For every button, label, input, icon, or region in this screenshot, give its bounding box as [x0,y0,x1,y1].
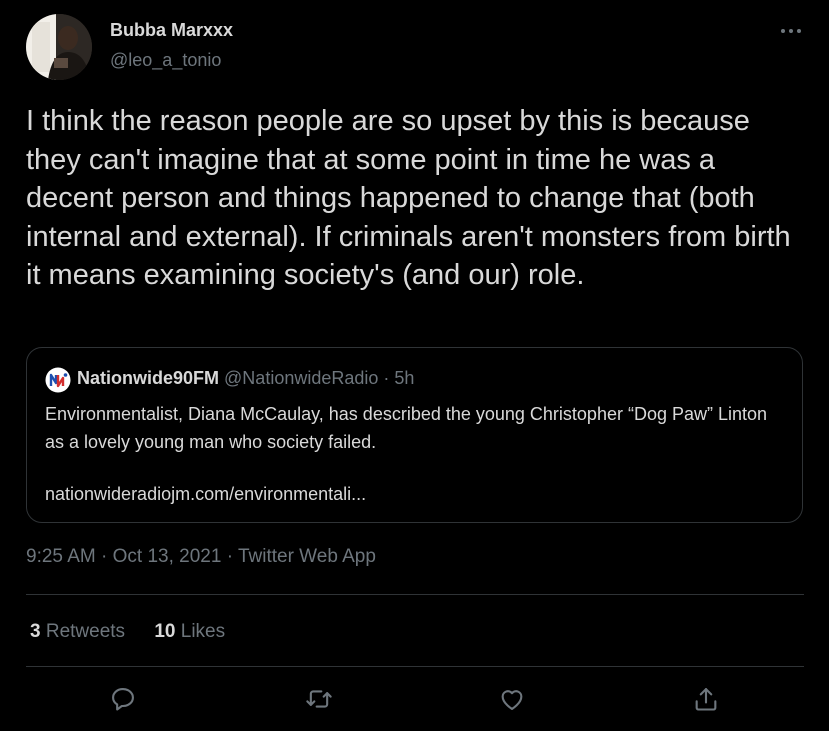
retweets-count: 3 [30,621,41,642]
divider [26,594,804,595]
like-icon[interactable] [498,685,528,715]
more-horizontal-icon[interactable] [778,22,804,40]
quoted-author-handle[interactable]: @NationwideRadio [224,368,378,388]
divider [26,666,804,667]
tweet-date[interactable]: Oct 13, 2021 [113,546,222,567]
retweets-label: Retweets [45,621,126,642]
tweet-time[interactable]: 9:25 AM [26,546,96,567]
tweet-source[interactable]: Twitter Web App [238,546,376,567]
share-icon[interactable] [692,685,722,715]
meta-separator: · [226,546,234,567]
avatar[interactable] [26,14,92,80]
tweet-meta: 9:25 AM · Oct 13, 2021 · Twitter Web App [26,546,376,568]
meta-separator: · [101,546,108,567]
quoted-tweet-link[interactable]: nationwideradiojm.com/environmentali... [45,484,366,505]
likes-stat[interactable]: 10 Likes [154,621,225,643]
quoted-author-name[interactable]: Nationwide90FM [77,368,219,388]
retweet-icon[interactable] [305,685,335,715]
quoted-tweet-card[interactable]: Nationwide90FM @NationwideRadio · 5h Env… [26,347,803,523]
quoted-tweet-header: Nationwide90FM @NationwideRadio · 5h [77,368,414,389]
quoted-tweet-text: Environmentalist, Diana McCaulay, has de… [45,404,768,452]
author-handle[interactable]: @leo_a_tonio [110,50,221,71]
nationwide-logo-icon [45,367,71,393]
likes-count: 10 [154,621,176,642]
reply-icon[interactable] [109,685,139,715]
quoted-age[interactable]: 5h [394,368,414,388]
avatar-image [26,14,92,80]
retweets-stat[interactable]: 3 Retweets [30,621,125,643]
tweet-text: I think the reason people are so upset b… [26,105,791,291]
engagement-stats: 3 Retweets 10 Likes [30,621,249,643]
author-display-name[interactable]: Bubba Marxxx [110,20,233,41]
quoted-separator: · [383,368,390,388]
likes-label: Likes [180,621,226,642]
